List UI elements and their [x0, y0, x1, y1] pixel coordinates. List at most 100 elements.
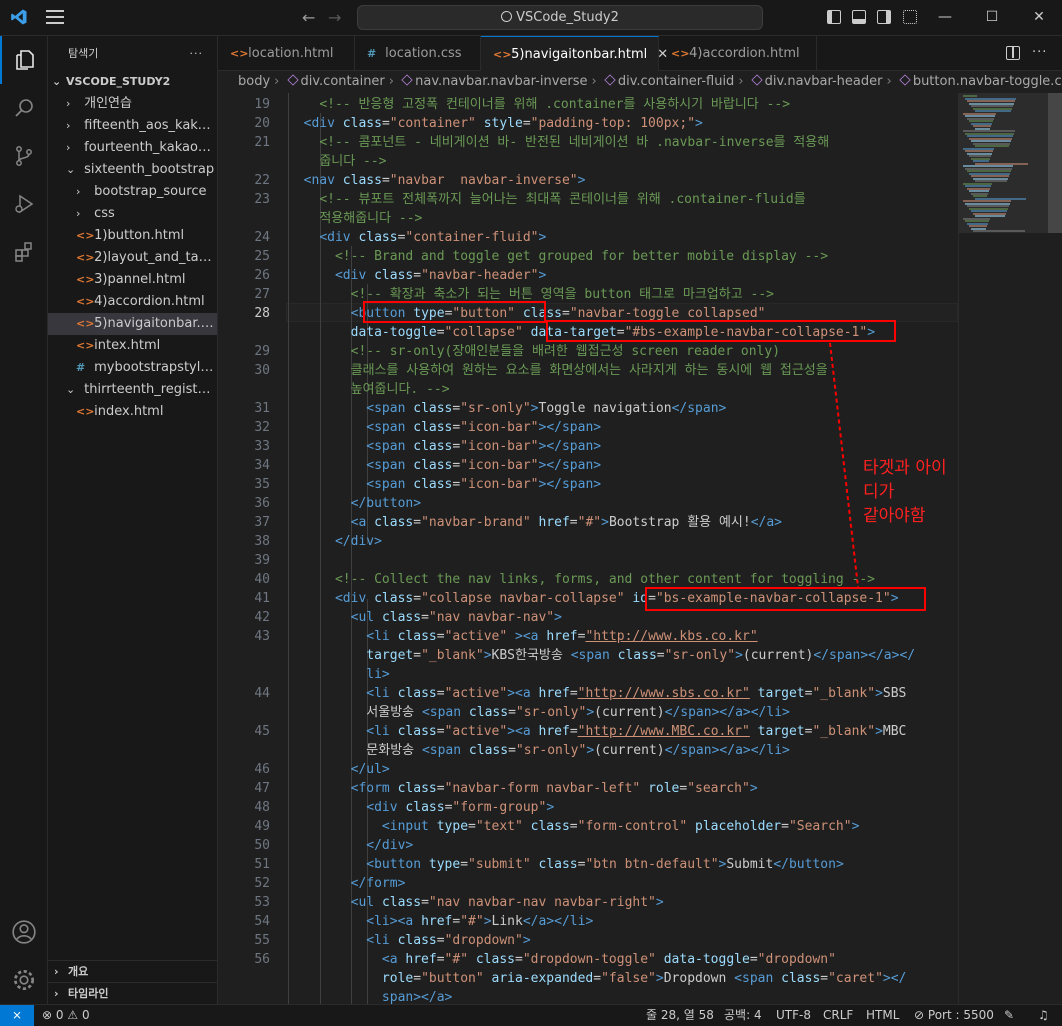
- tab-accordion-html[interactable]: <> 4)accordion.html: [659, 36, 817, 71]
- tree-file[interactable]: <> 1)button.html: [48, 225, 217, 247]
- tree-folder[interactable]: › fourteenth_kakao_ma...: [48, 137, 217, 159]
- code-token: <!-- 콤포넌트 - 네비게이션 바- 반전된 네비게이션 바 .navbar…: [319, 135, 830, 150]
- code-token: </div>: [334, 534, 382, 549]
- more-actions-icon[interactable]: ···: [1032, 45, 1047, 60]
- toggle-secondary-sidebar-icon[interactable]: [877, 10, 891, 24]
- tree-folder[interactable]: › fifteenth_aos_kakao_...: [48, 115, 217, 137]
- code-line: <a class="navbar-brand" href="#">Bootstr…: [288, 513, 782, 532]
- problems-indicator[interactable]: ⊗ 0 ⚠ 0: [42, 1005, 90, 1026]
- breadcrumb-item[interactable]: div.container-fluid: [618, 74, 734, 89]
- tree-item-label: fourteenth_kakao_ma...: [84, 140, 217, 155]
- code-token: href: [405, 952, 437, 967]
- breadcrumb-item[interactable]: div.container: [301, 74, 385, 89]
- source-control-activity[interactable]: [0, 132, 48, 180]
- accounts-activity[interactable]: [0, 908, 48, 956]
- customize-layout-icon[interactable]: [903, 10, 917, 24]
- outline-section[interactable]: › 개요: [48, 960, 217, 982]
- code-token: "form-group": [452, 800, 547, 815]
- code-line: <span class="icon-bar"></span>: [288, 456, 601, 475]
- timeline-section[interactable]: › 타임라인: [48, 982, 217, 1004]
- vertical-scrollbar[interactable]: [1048, 93, 1062, 233]
- tab-location-html[interactable]: <> location.html: [218, 36, 355, 71]
- code-token: class: [468, 743, 509, 758]
- explorer-activity[interactable]: [0, 36, 48, 84]
- code-token: class: [397, 724, 437, 739]
- menu-icon[interactable]: [46, 10, 64, 24]
- code-token: =: [460, 857, 469, 872]
- run-debug-activity[interactable]: [0, 180, 48, 228]
- minimize-button[interactable]: —: [922, 0, 968, 36]
- split-editor-icon[interactable]: [1006, 46, 1020, 60]
- breadcrumb-item[interactable]: div.navbar-header: [765, 74, 883, 89]
- tree-folder[interactable]: › bootstrap_source: [48, 181, 217, 203]
- code-token: ></span>: [538, 420, 602, 435]
- tree-file[interactable]: <> 4)accordion.html: [48, 291, 217, 313]
- command-center-search[interactable]: VSCode_Study2: [357, 5, 763, 30]
- maximize-button[interactable]: ☐: [969, 0, 1015, 36]
- code-token: "padding-top: 100px;": [530, 116, 696, 131]
- code-token: >: [538, 230, 547, 245]
- more-actions-icon[interactable]: ···: [190, 36, 204, 71]
- code-token: >: [655, 971, 664, 986]
- cursor-position[interactable]: 줄 28, 열 58: [646, 1005, 714, 1026]
- back-icon[interactable]: ←: [302, 8, 315, 27]
- code-token: <div: [366, 800, 406, 815]
- remote-indicator[interactable]: ⨯: [0, 1005, 34, 1026]
- code-line: <!-- 반응형 고정폭 컨테이너를 위해 .container를 사용하시기 …: [288, 95, 790, 114]
- minimap[interactable]: [958, 93, 1062, 1004]
- indentation[interactable]: 공백: 4: [724, 1005, 762, 1026]
- manage-activity[interactable]: [0, 956, 48, 1004]
- tree-folder[interactable]: ⌄ sixteenth_bootstrap: [48, 159, 217, 181]
- code-editor[interactable]: 19 20 21 22 23 24 25 26 27 28 29 30 31 32 33 34 35 36 37 38…: [218, 93, 958, 1004]
- tree-file[interactable]: <> 2)layout_and_table....: [48, 247, 217, 269]
- tree-folder[interactable]: › css: [48, 203, 217, 225]
- code-token: "active": [444, 629, 508, 644]
- code-token: "_blank": [421, 648, 484, 663]
- breadcrumb-item[interactable]: body: [238, 74, 270, 89]
- line-number: 55: [254, 933, 270, 948]
- code-token: href: [538, 686, 570, 701]
- language-mode[interactable]: HTML: [866, 1005, 899, 1026]
- tree-folder[interactable]: › 개인연습: [48, 93, 217, 115]
- live-server-port[interactable]: ⊘ Port : 5500: [914, 1005, 994, 1026]
- feedback-icon[interactable]: ✎: [1004, 1005, 1014, 1026]
- code-token: class: [397, 781, 437, 796]
- chevron-right-icon: ›: [76, 207, 81, 220]
- code-line: <span class="icon-bar"></span>: [288, 475, 601, 494]
- line-number: 50: [254, 838, 270, 853]
- toggle-panel-icon[interactable]: [852, 10, 866, 24]
- tree-file[interactable]: <> 3)pannel.html: [48, 269, 217, 291]
- code-token: "container": [389, 116, 476, 131]
- encoding[interactable]: UTF-8: [776, 1005, 811, 1026]
- toggle-primary-sidebar-icon[interactable]: [827, 10, 841, 24]
- code-token: role: [648, 781, 680, 796]
- tab-navigaitonbar-html[interactable]: <> 5)navigaitonbar.html ✕: [481, 36, 668, 71]
- code-token: "sr-only": [515, 743, 587, 758]
- extensions-activity[interactable]: [0, 228, 48, 276]
- workspace-folder[interactable]: ⌄ VSCODE_STUDY2: [48, 71, 217, 93]
- tree-file[interactable]: <> 5)navigaitonbar.html: [48, 313, 217, 335]
- chevron-right-icon: ›: [54, 987, 59, 1000]
- tree-file[interactable]: <> intex.html: [48, 335, 217, 357]
- forward-icon[interactable]: →: [328, 8, 341, 27]
- notifications-icon[interactable]: ♫: [1038, 1005, 1049, 1026]
- tree-folder[interactable]: ⌄ thirrteenth_register_w...: [48, 379, 217, 401]
- tab-location-css[interactable]: # location.css: [355, 36, 481, 71]
- breadcrumb-item[interactable]: button.navbar-toggle.collapsed: [913, 74, 1062, 89]
- code-token: MBC: [882, 724, 907, 739]
- close-button[interactable]: ✕: [1016, 0, 1062, 36]
- end-of-line[interactable]: CRLF: [823, 1005, 853, 1026]
- tree-file[interactable]: # mybootstrapstyle.css: [48, 357, 217, 379]
- breadcrumb-item[interactable]: nav.navbar.navbar-inverse: [415, 74, 587, 89]
- search-activity[interactable]: [0, 84, 48, 132]
- tree-file[interactable]: <> index.html: [48, 401, 217, 423]
- code-token: >: [735, 648, 743, 663]
- tree-item-label: 4)accordion.html: [94, 294, 205, 309]
